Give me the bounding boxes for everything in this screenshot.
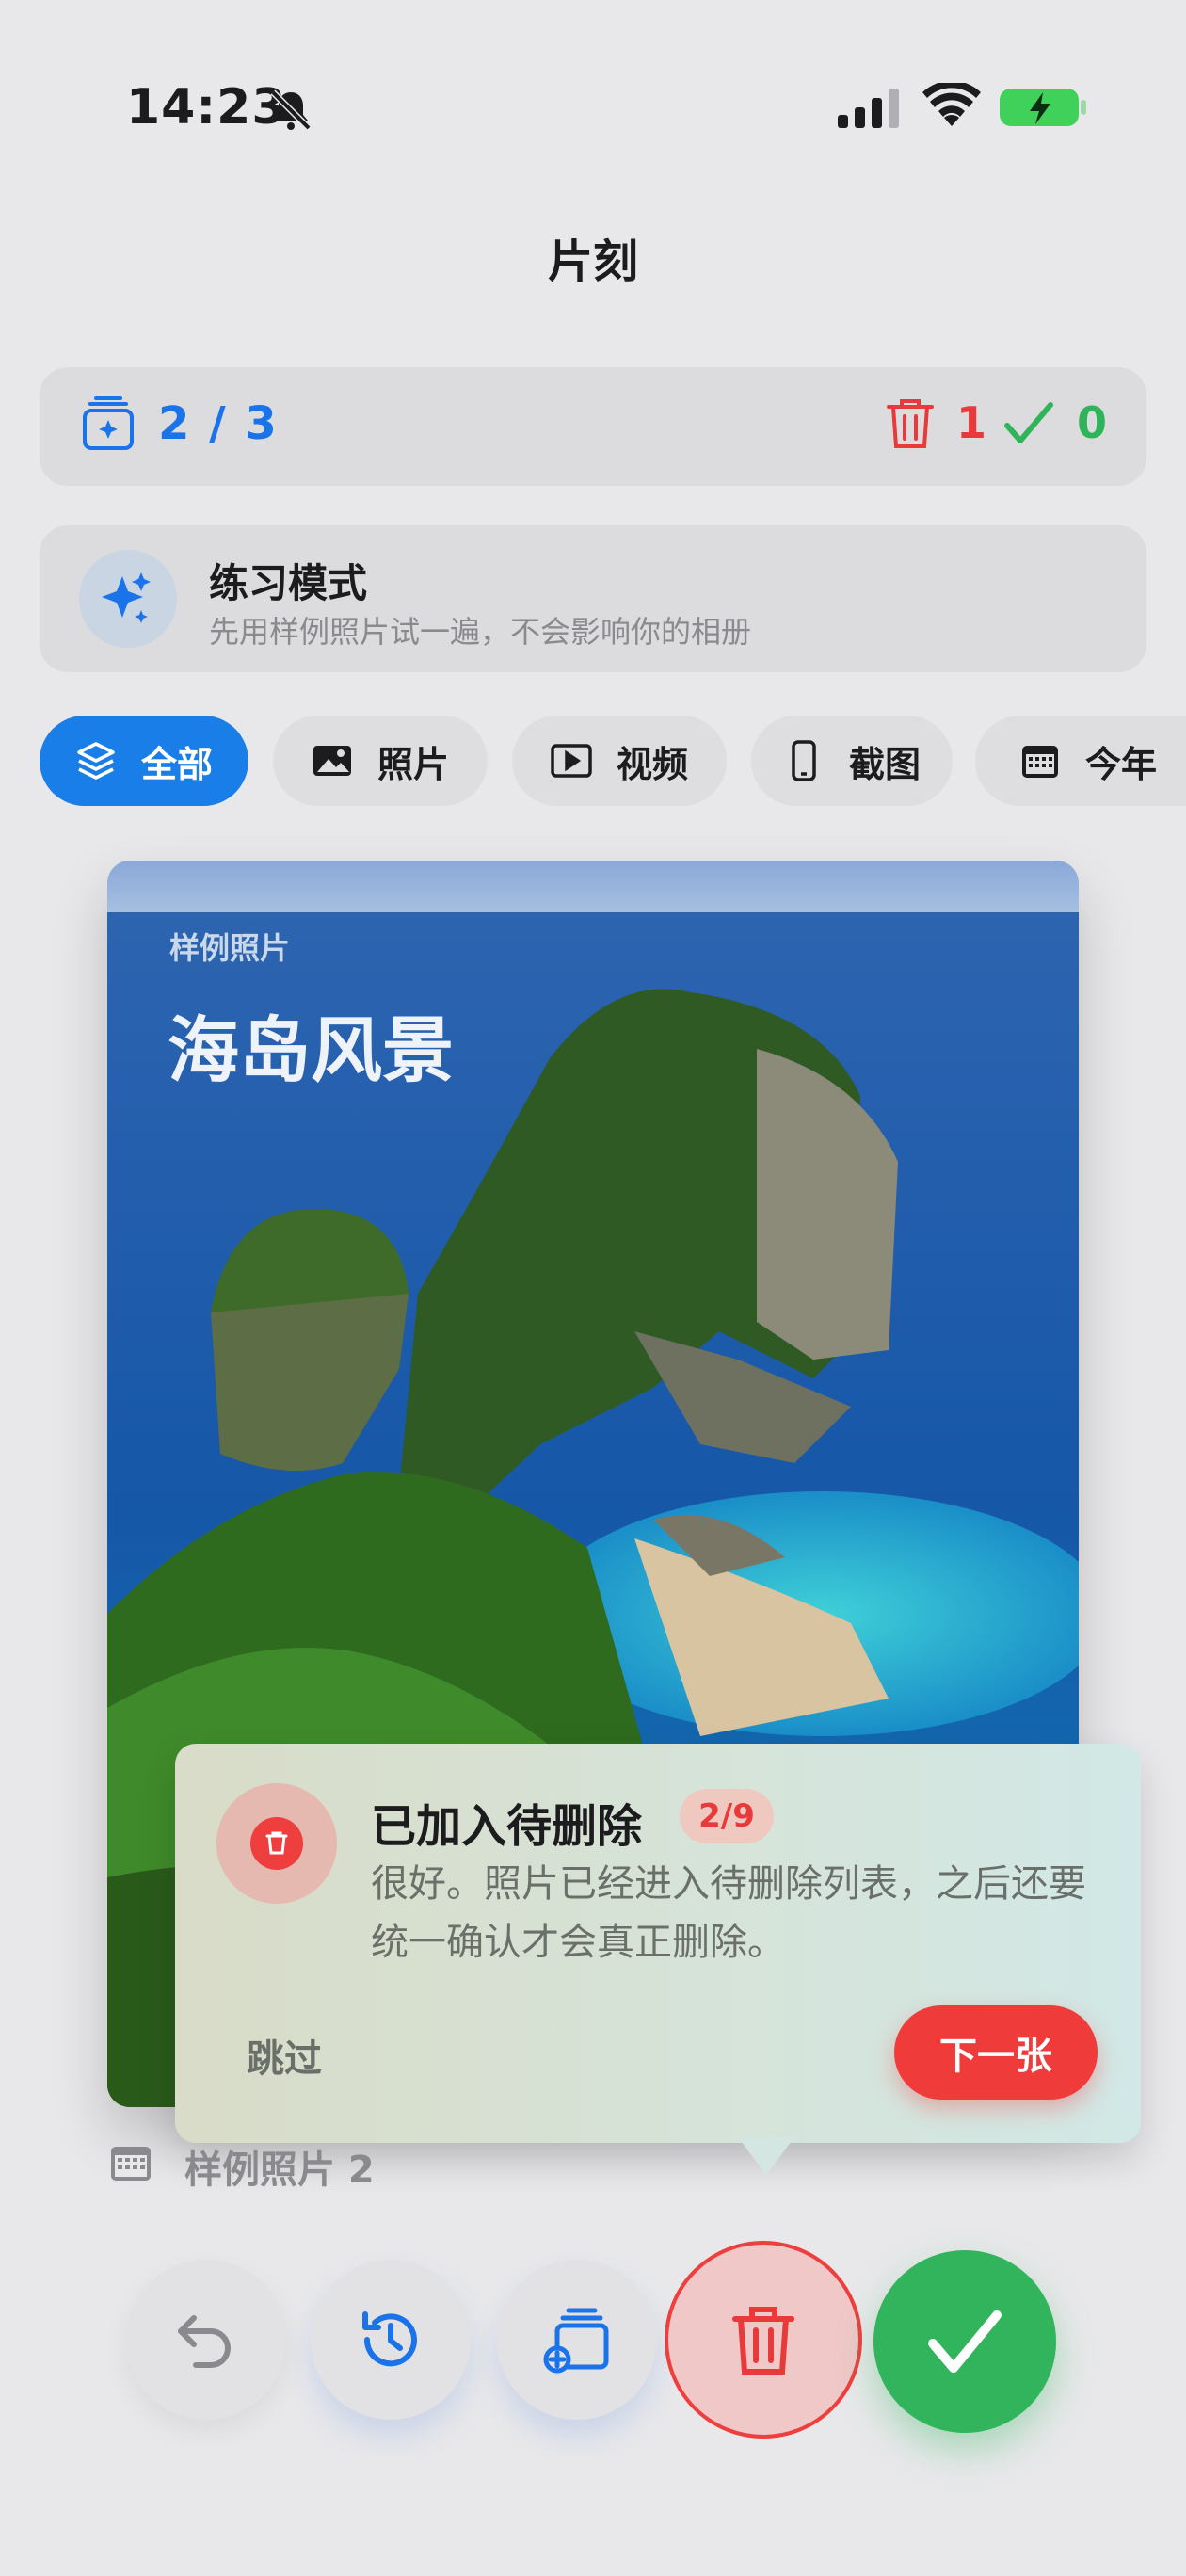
- photo-stack-icon: [83, 396, 134, 450]
- photo-label: 样例照片: [169, 930, 291, 966]
- filter-chip-label: 全部: [140, 743, 213, 785]
- photo-title: 海岛风景: [168, 1008, 454, 1092]
- skip-button[interactable]: 跳过: [247, 2028, 322, 2083]
- filter-chip-label: 今年: [1084, 743, 1157, 785]
- status-time: 14:23: [126, 79, 287, 136]
- page-title: 片刻: [547, 235, 638, 288]
- filter-chip-label: 照片: [377, 743, 449, 785]
- next-button[interactable]: 下一张: [894, 2005, 1098, 2100]
- cellular-signal-icon: [838, 89, 899, 128]
- photo-caption: 样例照片 2: [184, 2149, 375, 2192]
- delete-count: 1: [956, 397, 987, 448]
- bell-slash-icon: [270, 89, 312, 131]
- filter-chip-screenshots[interactable]: 截图: [751, 716, 953, 806]
- filter-chip-all[interactable]: 全部: [40, 716, 248, 806]
- popup-message: 很好。照片已经进入待删除列表，之后还要统一确认才会真正删除。: [371, 1862, 1086, 1964]
- history-button[interactable]: [311, 2260, 471, 2420]
- delete-button[interactable]: [665, 2241, 862, 2439]
- calendar-icon: [1021, 746, 1058, 778]
- wifi-icon: [922, 83, 981, 126]
- trash-icon: [732, 2307, 794, 2375]
- practice-mode-title: 练习模式: [209, 560, 368, 606]
- calendar-icon: [111, 2147, 151, 2181]
- add-to-album-button[interactable]: [497, 2260, 657, 2420]
- keep-count: 0: [1077, 397, 1108, 448]
- checkmark-icon: [928, 2310, 1002, 2373]
- layers-icon: [77, 742, 115, 780]
- filter-chip-this-year[interactable]: 今年: [975, 716, 1186, 806]
- sparkles-icon: [79, 550, 177, 648]
- popup-step-badge: 2/9: [680, 1789, 774, 1843]
- keep-button[interactable]: [873, 2250, 1056, 2433]
- image-icon: [313, 746, 351, 776]
- undo-icon: [178, 2315, 231, 2368]
- filter-chip-videos[interactable]: 视频: [512, 716, 727, 806]
- practice-mode-subtitle: 先用样例照片试一遍，不会影响你的相册: [209, 614, 752, 650]
- trash-icon: [250, 1817, 303, 1870]
- filter-chip-label: 截图: [848, 743, 921, 785]
- undo-button[interactable]: [126, 2260, 286, 2420]
- phone-icon: [792, 740, 816, 781]
- popup-title: 已加入待删除: [371, 1800, 643, 1853]
- filter-chip-photos[interactable]: 照片: [273, 716, 488, 806]
- checkmark-icon: [1004, 402, 1053, 443]
- history-icon: [362, 2311, 417, 2367]
- add-to-album-icon: [543, 2308, 609, 2374]
- play-icon: [551, 744, 592, 778]
- trash-icon: [887, 399, 934, 448]
- popup-pointer: [738, 2137, 794, 2175]
- filter-chip-label: 视频: [616, 743, 688, 785]
- battery-charging-icon: [1000, 89, 1086, 126]
- progress-position: 2 / 3: [158, 397, 279, 450]
